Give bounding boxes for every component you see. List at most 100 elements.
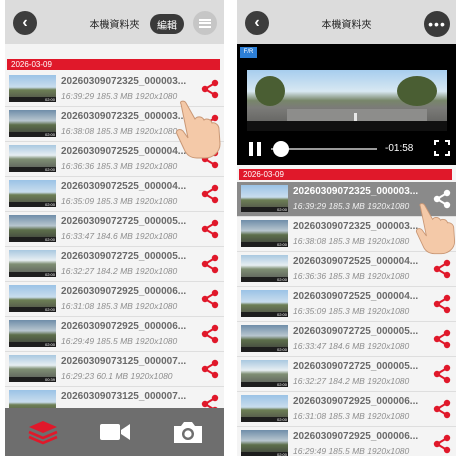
more-options-button[interactable]: ••• <box>424 11 450 37</box>
file-meta: 16:33:47 184.6 MB 1920x1080 <box>293 341 410 351</box>
share-icon[interactable] <box>200 114 220 134</box>
share-icon[interactable] <box>200 254 220 274</box>
video-thumbnail[interactable]: 02:00 <box>241 185 288 212</box>
share-icon[interactable] <box>200 359 220 379</box>
folder-stack-icon <box>28 421 58 445</box>
thumbnail-duration: 02:00 <box>276 312 287 317</box>
video-thumbnail[interactable]: 02:00 <box>9 145 56 172</box>
list-item[interactable]: 02:00 20260309072325_000003... 16:39:29 18… <box>5 72 224 107</box>
share-icon[interactable] <box>200 324 220 344</box>
list-item[interactable]: 02:00 20260309072325_000003... 16:38:08 18… <box>5 107 224 142</box>
share-icon[interactable] <box>432 434 452 454</box>
thumbnail-duration: 02:00 <box>44 167 55 172</box>
thumbnail-duration: 02:00 <box>44 307 55 312</box>
list-item[interactable]: 02:00 20260309072925_000006... 16:29:49 18… <box>237 427 456 456</box>
file-meta: 16:36:36 185.3 MB 1920x1080 <box>61 161 178 171</box>
file-name: 20260309072325_000003... <box>293 186 419 197</box>
list-item[interactable]: 02:00 20260309072925_000006... 16:29:49 18… <box>5 317 224 352</box>
file-name: 20260309072725_000005... <box>293 326 419 337</box>
video-thumbnail[interactable]: 02:00 <box>9 75 56 102</box>
file-name: 20260309072525_000004... <box>61 181 187 192</box>
video-thumbnail[interactable]: 02:00 <box>241 220 288 247</box>
video-thumbnail[interactable]: 02:00 <box>9 250 56 277</box>
file-name: 20260309072725_000005... <box>61 251 187 262</box>
list-item[interactable]: 02:00 20260309072925_000006... 16:31:08 18… <box>5 282 224 317</box>
share-icon[interactable] <box>200 79 220 99</box>
file-meta: 16:32:27 184.2 MB 1920x1080 <box>61 266 178 276</box>
thumbnail-duration: 02:00 <box>44 272 55 277</box>
share-icon[interactable] <box>432 224 452 244</box>
video-player[interactable]: F/R -01:58 <box>237 44 456 165</box>
list-menu-button[interactable] <box>193 11 217 35</box>
video-thumbnail[interactable]: 02:00 <box>9 285 56 312</box>
progress-knob[interactable] <box>273 141 289 157</box>
edit-button[interactable]: 編輯 <box>150 14 184 34</box>
file-name: 20260309072525_000004... <box>293 256 419 267</box>
file-meta: 16:39:29 185.3 MB 1920x1080 <box>61 91 178 101</box>
list-item[interactable]: 02:00 20260309072925_000006... 16:31:08 18… <box>237 392 456 427</box>
video-thumbnail[interactable]: 02:00 <box>241 325 288 352</box>
list-item[interactable]: 02:00 20260309072525_000004... 16:36:36 18… <box>5 142 224 177</box>
share-icon[interactable] <box>200 184 220 204</box>
video-thumbnail[interactable]: 02:00 <box>9 180 56 207</box>
video-camera-icon <box>100 424 130 440</box>
list-item[interactable]: 02:00 20260309072725_000005... 16:32:27 18… <box>237 357 456 392</box>
file-name: 20260309072725_000005... <box>293 361 419 372</box>
video-thumbnail[interactable]: 02:00 <box>9 320 56 347</box>
thumbnail-duration: 02:00 <box>276 452 287 456</box>
file-meta: 16:29:49 185.5 MB 1920x1080 <box>61 336 178 346</box>
video-frame[interactable] <box>247 70 447 131</box>
list-item[interactable]: 02:00 20260309072725_000005... 16:32:27 18… <box>5 247 224 282</box>
thumbnail-duration: 02:00 <box>44 237 55 242</box>
share-icon[interactable] <box>432 329 452 349</box>
file-name: 20260309072325_000003... <box>61 76 187 87</box>
thumbnail-duration: 02:00 <box>44 342 55 347</box>
photo-camera-icon <box>174 422 202 443</box>
share-icon[interactable] <box>432 364 452 384</box>
file-meta: 16:33:47 184.6 MB 1920x1080 <box>61 231 178 241</box>
thumbnail-duration: 02:00 <box>276 277 287 282</box>
bottom-tab-bar <box>5 408 224 456</box>
video-scene <box>247 121 447 131</box>
left-screen: ‹ 本機資料夾 編輯 2026-03-09 02:00 2026030907232… <box>5 0 224 456</box>
file-meta: 16:31:08 185.3 MB 1920x1080 <box>293 411 410 421</box>
top-bar: ‹ 本機資料夾 編輯 <box>5 0 224 44</box>
share-icon[interactable] <box>432 294 452 314</box>
pause-icon[interactable] <box>249 142 261 156</box>
file-name: 20260309072925_000006... <box>61 321 187 332</box>
list-item[interactable]: 02:00 20260309072525_000004... 16:35:09 18… <box>237 287 456 322</box>
top-bar: ‹ 本機資料夾 ••• <box>237 0 456 44</box>
thumbnail-duration: 02:00 <box>276 347 287 352</box>
file-name: 20260309072925_000006... <box>61 286 187 297</box>
list-item[interactable]: 02:00 20260309072325_000003... 16:39:29 18… <box>237 182 456 217</box>
share-icon[interactable] <box>200 289 220 309</box>
video-thumbnail[interactable]: 02:00 <box>241 395 288 422</box>
page-title: 本機資料夾 <box>89 20 140 31</box>
list-item[interactable]: 02:00 20260309072525_000004... 16:36:36 18… <box>237 252 456 287</box>
video-thumbnail[interactable]: 02:00 <box>241 255 288 282</box>
tab-photos[interactable] <box>168 418 208 446</box>
list-item[interactable]: 02:00 20260309072525_000004... 16:35:09 18… <box>5 177 224 212</box>
share-icon[interactable] <box>200 149 220 169</box>
video-thumbnail[interactable]: 02:00 <box>9 215 56 242</box>
video-thumbnail[interactable]: 00:39 <box>9 355 56 382</box>
video-scene <box>397 76 437 106</box>
video-thumbnail[interactable]: 02:00 <box>241 430 288 456</box>
share-icon[interactable] <box>200 219 220 239</box>
video-thumbnail[interactable]: 02:00 <box>241 290 288 317</box>
fullscreen-icon[interactable] <box>434 140 450 156</box>
video-thumbnail[interactable]: 02:00 <box>9 110 56 137</box>
share-icon[interactable] <box>432 189 452 209</box>
list-item[interactable]: 00:39 20260309073125_000007... 16:29:23 60… <box>5 352 224 387</box>
list-item[interactable]: 02:00 20260309072725_000005... 16:33:47 18… <box>5 212 224 247</box>
tab-videos[interactable] <box>95 418 135 446</box>
share-icon[interactable] <box>432 399 452 419</box>
thumbnail-duration: 02:00 <box>276 417 287 422</box>
file-meta: 16:36:36 185.3 MB 1920x1080 <box>293 271 410 281</box>
tab-files[interactable] <box>23 418 63 446</box>
list-item[interactable]: 02:00 20260309072325_000003... 16:38:08 18… <box>237 217 456 252</box>
share-icon[interactable] <box>432 259 452 279</box>
video-thumbnail[interactable]: 02:00 <box>241 360 288 387</box>
right-screen: ‹ 本機資料夾 ••• F/R -01:58 2026-03-09 02:00 2… <box>237 0 456 456</box>
list-item[interactable]: 02:00 20260309072725_000005... 16:33:47 18… <box>237 322 456 357</box>
